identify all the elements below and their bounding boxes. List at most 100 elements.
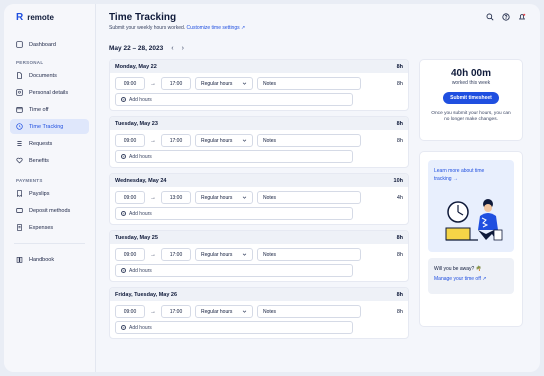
notes-input[interactable]: Notes <box>257 305 361 318</box>
notes-input[interactable]: Notes <box>257 77 361 90</box>
notes-input[interactable]: Notes <box>257 248 361 261</box>
day-body: 09:00 → 17:00 Regular hours Notes 8h + A… <box>110 244 408 281</box>
sidebar-item-dashboard[interactable]: Dashboard <box>10 37 89 52</box>
calendar-icon <box>16 106 23 113</box>
day-header: Tuesday, May 25 8h <box>110 231 408 244</box>
day-card: Tuesday, May 23 8h 09:00 → 17:00 Regular… <box>109 116 409 168</box>
sidebar-item-expenses[interactable]: Expenses <box>10 220 89 235</box>
day-title: Tuesday, May 25 <box>115 234 158 241</box>
hours-type-value: Regular hours <box>201 308 233 315</box>
help-panel: Learn more about time tracking → Will yo… <box>419 151 523 327</box>
weekly-summary-card: 40h 00m worked this week Submit timeshee… <box>419 59 523 141</box>
search-icon[interactable] <box>485 12 494 21</box>
brand-name: remote <box>27 13 54 22</box>
end-time-input[interactable]: 17:00 <box>161 248 191 261</box>
sidebar-item-label: Payslips <box>29 190 50 197</box>
document-icon <box>16 72 23 79</box>
arrow-right-icon: → <box>150 308 156 315</box>
start-time-input[interactable]: 09:00 <box>115 305 145 318</box>
plus-circle-icon: + <box>121 267 126 273</box>
learn-more-line2: tracking → <box>434 175 458 182</box>
add-hours-label: Add hours <box>129 267 152 274</box>
notification-bell-icon[interactable] <box>517 12 526 21</box>
hours-type-select[interactable]: Regular hours <box>195 77 253 90</box>
sidebar-item-benefits[interactable]: Benefits <box>10 153 89 168</box>
learn-more-line1: Learn more about time <box>434 168 485 174</box>
sidebar-item-label: Expenses <box>29 224 54 231</box>
add-hours-button[interactable]: + Add hours <box>115 93 353 106</box>
add-hours-label: Add hours <box>129 210 152 217</box>
submit-timesheet-button[interactable]: Submit timesheet <box>443 92 499 104</box>
arrow-right-icon: → <box>150 251 156 258</box>
day-total-hours: 8h <box>396 291 403 298</box>
hours-type-value: Regular hours <box>201 80 233 87</box>
hours-type-select[interactable]: Regular hours <box>195 248 253 261</box>
help-icon[interactable] <box>501 12 510 21</box>
time-entry-row: 09:00 → 13:00 Regular hours Notes 4h <box>115 191 403 204</box>
sidebar-item-deposit-methods[interactable]: Deposit methods <box>10 203 89 218</box>
sidebar-item-label: Benefits <box>29 157 49 164</box>
entry-hours: 8h <box>396 137 403 144</box>
arrow-right-icon: → <box>150 194 156 201</box>
entry-hours: 4h <box>396 194 403 201</box>
weekly-total-label: worked this week <box>451 80 491 86</box>
day-header: Friday, Tuesday, May 26 8h <box>110 288 408 301</box>
weekly-total-hours: 40h 00m <box>450 68 492 79</box>
previous-week-button[interactable]: ‹ <box>171 45 173 52</box>
receipt-icon <box>16 224 23 231</box>
customize-time-settings-link[interactable]: Customize time settings ↗ <box>187 25 246 31</box>
plus-circle-icon: + <box>121 153 126 159</box>
add-hours-button[interactable]: + Add hours <box>115 207 353 220</box>
end-time-input[interactable]: 13:00 <box>161 191 191 204</box>
time-tracking-illustration <box>445 199 503 241</box>
add-hours-button[interactable]: + Add hours <box>115 321 353 334</box>
sidebar-item-personal-details[interactable]: Personal details <box>10 85 89 100</box>
clock-icon <box>16 123 23 130</box>
add-hours-label: Add hours <box>129 153 152 160</box>
plus-circle-icon: + <box>121 324 126 330</box>
chevron-down-icon <box>242 253 247 256</box>
day-header: Monday, May 22 8h <box>110 60 408 73</box>
sidebar-item-time-off[interactable]: Time off <box>10 102 89 117</box>
remote-logo-icon: R <box>16 12 24 23</box>
day-card: Wednesday, May 24 10h 09:00 → 13:00 Regu… <box>109 173 409 225</box>
day-total-hours: 8h <box>396 63 403 70</box>
end-time-input[interactable]: 17:00 <box>161 77 191 90</box>
time-entry-row: 09:00 → 17:00 Regular hours Notes 8h <box>115 248 403 261</box>
sidebar-item-handbook[interactable]: Handbook <box>10 252 89 267</box>
add-hours-button[interactable]: + Add hours <box>115 150 353 163</box>
start-time-input[interactable]: 09:00 <box>115 134 145 147</box>
book-icon <box>16 256 23 263</box>
day-body: 09:00 → 17:00 Regular hours Notes 8h + A… <box>110 301 408 338</box>
learn-more-link[interactable]: Learn more about time tracking → <box>434 168 494 183</box>
notes-input[interactable]: Notes <box>257 191 361 204</box>
day-list: Monday, May 22 8h 09:00 → 17:00 Regular … <box>109 59 409 344</box>
day-card: Friday, Tuesday, May 26 8h 09:00 → 17:00… <box>109 287 409 339</box>
learn-more-card[interactable]: Learn more about time tracking → <box>428 160 514 252</box>
sidebar-item-requests[interactable]: Requests <box>10 136 89 151</box>
manage-time-off-link[interactable]: Manage your time off ↗ <box>434 276 508 282</box>
hours-type-select[interactable]: Regular hours <box>195 191 253 204</box>
hours-type-select[interactable]: Regular hours <box>195 134 253 147</box>
away-question: Will you be away? 🌴 <box>434 266 482 272</box>
start-time-input[interactable]: 09:00 <box>115 248 145 261</box>
sidebar-item-label: Handbook <box>29 256 55 263</box>
next-week-button[interactable]: › <box>182 45 184 52</box>
sidebar-item-payslips[interactable]: Payslips <box>10 186 89 201</box>
sidebar-item-label: Time off <box>29 106 49 113</box>
end-time-input[interactable]: 17:00 <box>161 134 191 147</box>
hours-type-select[interactable]: Regular hours <box>195 305 253 318</box>
sidebar-item-documents[interactable]: Documents <box>10 68 89 83</box>
brand-logo[interactable]: R remote <box>10 12 89 37</box>
sidebar-item-time-tracking[interactable]: Time Tracking <box>10 119 89 134</box>
payslip-icon <box>16 190 23 197</box>
start-time-input[interactable]: 09:00 <box>115 77 145 90</box>
sidebar-item-label: Requests <box>29 140 53 147</box>
start-time-input[interactable]: 09:00 <box>115 191 145 204</box>
notes-input[interactable]: Notes <box>257 134 361 147</box>
add-hours-button[interactable]: + Add hours <box>115 264 353 277</box>
day-header: Tuesday, May 23 8h <box>110 117 408 130</box>
end-time-input[interactable]: 17:00 <box>161 305 191 318</box>
sidebar-item-label: Dashboard <box>29 41 56 48</box>
entry-hours: 8h <box>396 308 403 315</box>
